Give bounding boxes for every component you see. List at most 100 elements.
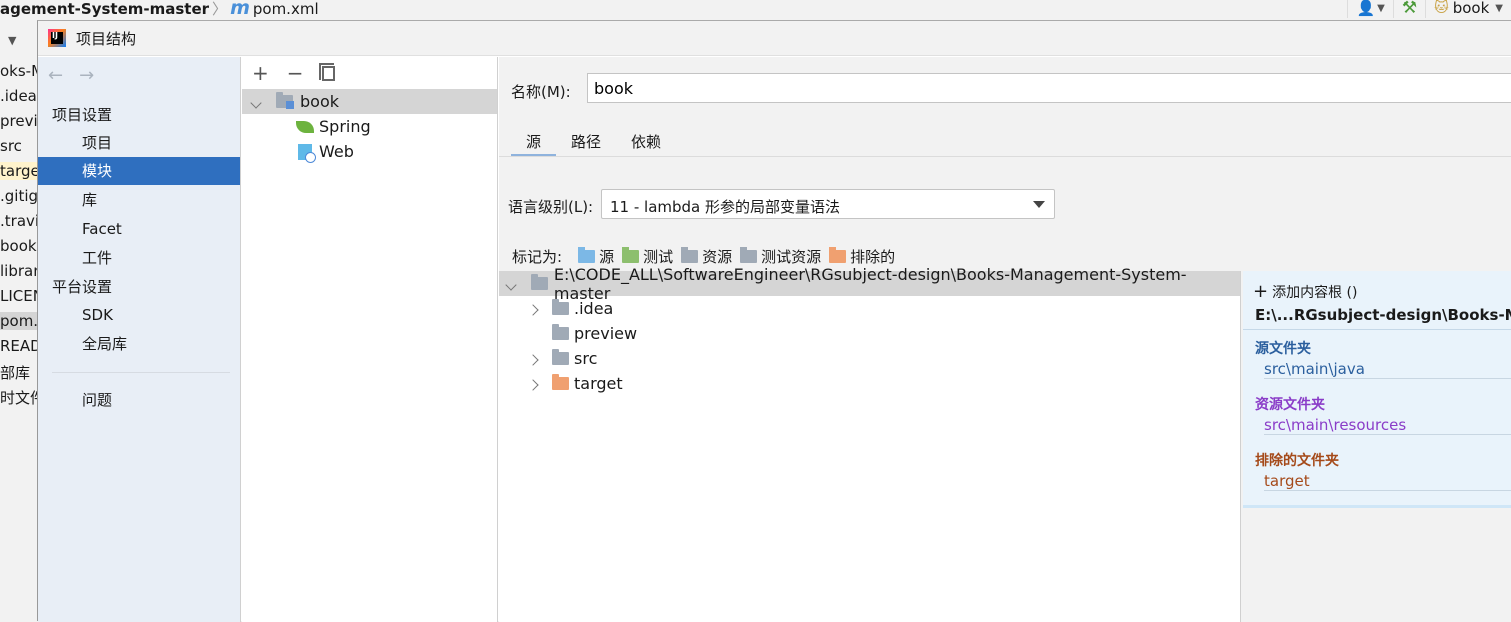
web-facet-icon	[298, 143, 316, 163]
dropdown-arrow-icon[interactable]: ▼	[8, 34, 16, 47]
excluded-folder-icon	[552, 374, 569, 390]
tree-item[interactable]: pom.	[0, 312, 38, 330]
dialog-titlebar[interactable]: IJ 项目结构	[38, 21, 1511, 56]
project-structure-dialog: IJ 项目结构 ← → 项目设置 项目 模块 库 Facet 工件 平台设置 S…	[37, 20, 1511, 622]
tree-item[interactable]: book	[0, 237, 37, 255]
folder-name: src	[574, 349, 598, 368]
nav-item-global-libraries[interactable]: 全局库	[38, 330, 240, 358]
add-icon[interactable]: +	[252, 61, 269, 85]
divider	[1243, 329, 1511, 330]
tree-item[interactable]: .travis	[0, 212, 38, 230]
folder-row-target[interactable]: target	[499, 371, 1240, 396]
tree-item[interactable]: 部库	[0, 362, 30, 383]
nav-item-libraries[interactable]: 库	[38, 186, 240, 214]
maven-icon: m	[230, 0, 250, 19]
tree-item[interactable]: 时文件	[0, 387, 38, 408]
nav-item-sdk[interactable]: SDK	[38, 301, 240, 329]
folder-row-preview[interactable]: preview	[499, 321, 1240, 346]
remove-icon[interactable]: −	[287, 61, 304, 85]
run-config-selector[interactable]: 🐱 book ▼	[1425, 0, 1511, 18]
breadcrumb-project[interactable]: agement-System-master	[0, 0, 209, 18]
module-name-input[interactable]	[587, 73, 1511, 103]
folder-row-idea[interactable]: .idea	[499, 296, 1240, 321]
language-level-select[interactable]: 11 - lambda 形参的局部变量语法	[601, 189, 1055, 219]
folder-icon	[530, 274, 548, 290]
tomcat-icon: 🐱	[1434, 0, 1449, 16]
tree-item[interactable]: targe	[0, 162, 38, 180]
chevron-right-icon[interactable]	[527, 349, 543, 368]
nav-header-project-settings: 项目设置	[52, 106, 113, 124]
user-icon: 👤	[1356, 0, 1376, 17]
nav-item-project[interactable]: 项目	[38, 129, 240, 157]
excluded-folders-header: 排除的文件夹	[1255, 453, 1339, 469]
tree-item[interactable]: src	[0, 137, 22, 155]
tree-item[interactable]: READ	[0, 337, 38, 355]
tree-item[interactable]: librar	[0, 262, 38, 280]
nav-item-artifacts[interactable]: 工件	[38, 244, 240, 272]
spring-leaf-icon	[296, 120, 314, 133]
nav-header-platform-settings: 平台设置	[52, 278, 113, 296]
ide-toolbar-right: 👤 ▼ ⚒ 🐱 book ▼	[1347, 0, 1511, 19]
chevron-down-icon: ▼	[1377, 2, 1385, 14]
source-folder-icon	[578, 247, 596, 263]
ide-navigation-bar: agement-System-master 〉 m pom.xml 👤 ▼ ⚒ 🐱 boo…	[0, 0, 1511, 20]
nav-item-facets[interactable]: Facet	[38, 215, 240, 243]
excluded-folder-icon	[829, 247, 847, 263]
chevron-down-icon[interactable]	[505, 274, 521, 293]
tree-item[interactable]: .gitig	[0, 187, 38, 205]
add-icon: +	[1253, 281, 1269, 302]
tree-item[interactable]: LICEN	[0, 287, 38, 305]
folder-name: .idea	[574, 299, 614, 318]
resource-folder-path[interactable]: src\main\resources	[1264, 416, 1511, 435]
copy-icon[interactable]	[318, 62, 335, 81]
content-root-row[interactable]: E:\CODE_ALL\SoftwareEngineer\RGsubject-d…	[499, 265, 1240, 303]
folder-row-src[interactable]: src	[499, 346, 1240, 371]
module-details: 名称(M): 源 路径 依赖 语言级别(L): 11 - lambda 形参的局…	[499, 57, 1511, 622]
tabs-divider	[499, 156, 1511, 157]
language-level-value: 11 - lambda 形参的局部变量语法	[610, 198, 841, 216]
chevron-right-icon[interactable]	[527, 374, 543, 393]
module-name: book	[300, 92, 339, 111]
tree-item[interactable]: .idea	[0, 87, 37, 105]
folder-icon	[552, 349, 569, 365]
module-facet-spring[interactable]: Spring	[242, 114, 497, 139]
resource-folders-header: 资源文件夹	[1255, 397, 1325, 413]
facet-name: Spring	[319, 117, 371, 136]
name-label: 名称(M):	[511, 83, 571, 101]
tree-item[interactable]: previ	[0, 112, 38, 130]
module-facet-web[interactable]: Web	[242, 139, 497, 164]
tab-sources[interactable]: 源	[511, 125, 557, 157]
nav-item-modules[interactable]: 模块	[38, 157, 240, 185]
tab-dependencies[interactable]: 依赖	[616, 125, 676, 157]
module-tree-root[interactable]: book	[242, 89, 497, 114]
chevron-down-icon[interactable]	[250, 92, 266, 111]
folder-name: target	[574, 374, 623, 393]
tree-item[interactable]: oks-M	[0, 62, 38, 80]
tab-paths[interactable]: 路径	[556, 125, 616, 157]
content-root-short-path: E:\...RGsubject-design\Books-Mana	[1255, 306, 1511, 324]
folder-icon	[552, 299, 569, 315]
account-button[interactable]: 👤 ▼	[1347, 0, 1392, 18]
breadcrumb-file[interactable]: pom.xml	[253, 0, 319, 18]
module-folder-icon	[276, 92, 294, 109]
test-folder-icon	[622, 247, 640, 263]
breadcrumb-separator: 〉	[212, 0, 228, 18]
modules-toolbar: + −	[242, 57, 497, 89]
folder-name: preview	[574, 324, 638, 343]
forward-arrow-icon[interactable]: →	[79, 65, 94, 86]
add-content-root-button[interactable]: + 添加内容根 ()	[1253, 281, 1357, 302]
ide-project-tree: ▼ oks-M .idea previ src targe .gitig .tr…	[0, 20, 38, 621]
source-folders-header: 源文件夹	[1255, 341, 1311, 357]
excluded-folder-path[interactable]: target	[1264, 472, 1511, 491]
chevron-right-icon[interactable]	[527, 299, 543, 318]
content-root-info: + 添加内容根 () E:\...RGsubject-design\Books-…	[1243, 271, 1511, 508]
source-folder-path[interactable]: src\main\java	[1264, 360, 1511, 379]
chevron-down-icon	[1033, 201, 1045, 208]
dialog-title: 项目结构	[76, 29, 137, 48]
language-level-label: 语言级别(L):	[508, 198, 594, 216]
back-arrow-icon[interactable]: ←	[48, 65, 63, 86]
nav-item-problems[interactable]: 问题	[38, 386, 240, 414]
build-button[interactable]: ⚒	[1392, 0, 1425, 18]
module-tabs: 源 路径 依赖	[511, 125, 676, 157]
breadcrumb: agement-System-master 〉 m pom.xml	[0, 0, 319, 19]
